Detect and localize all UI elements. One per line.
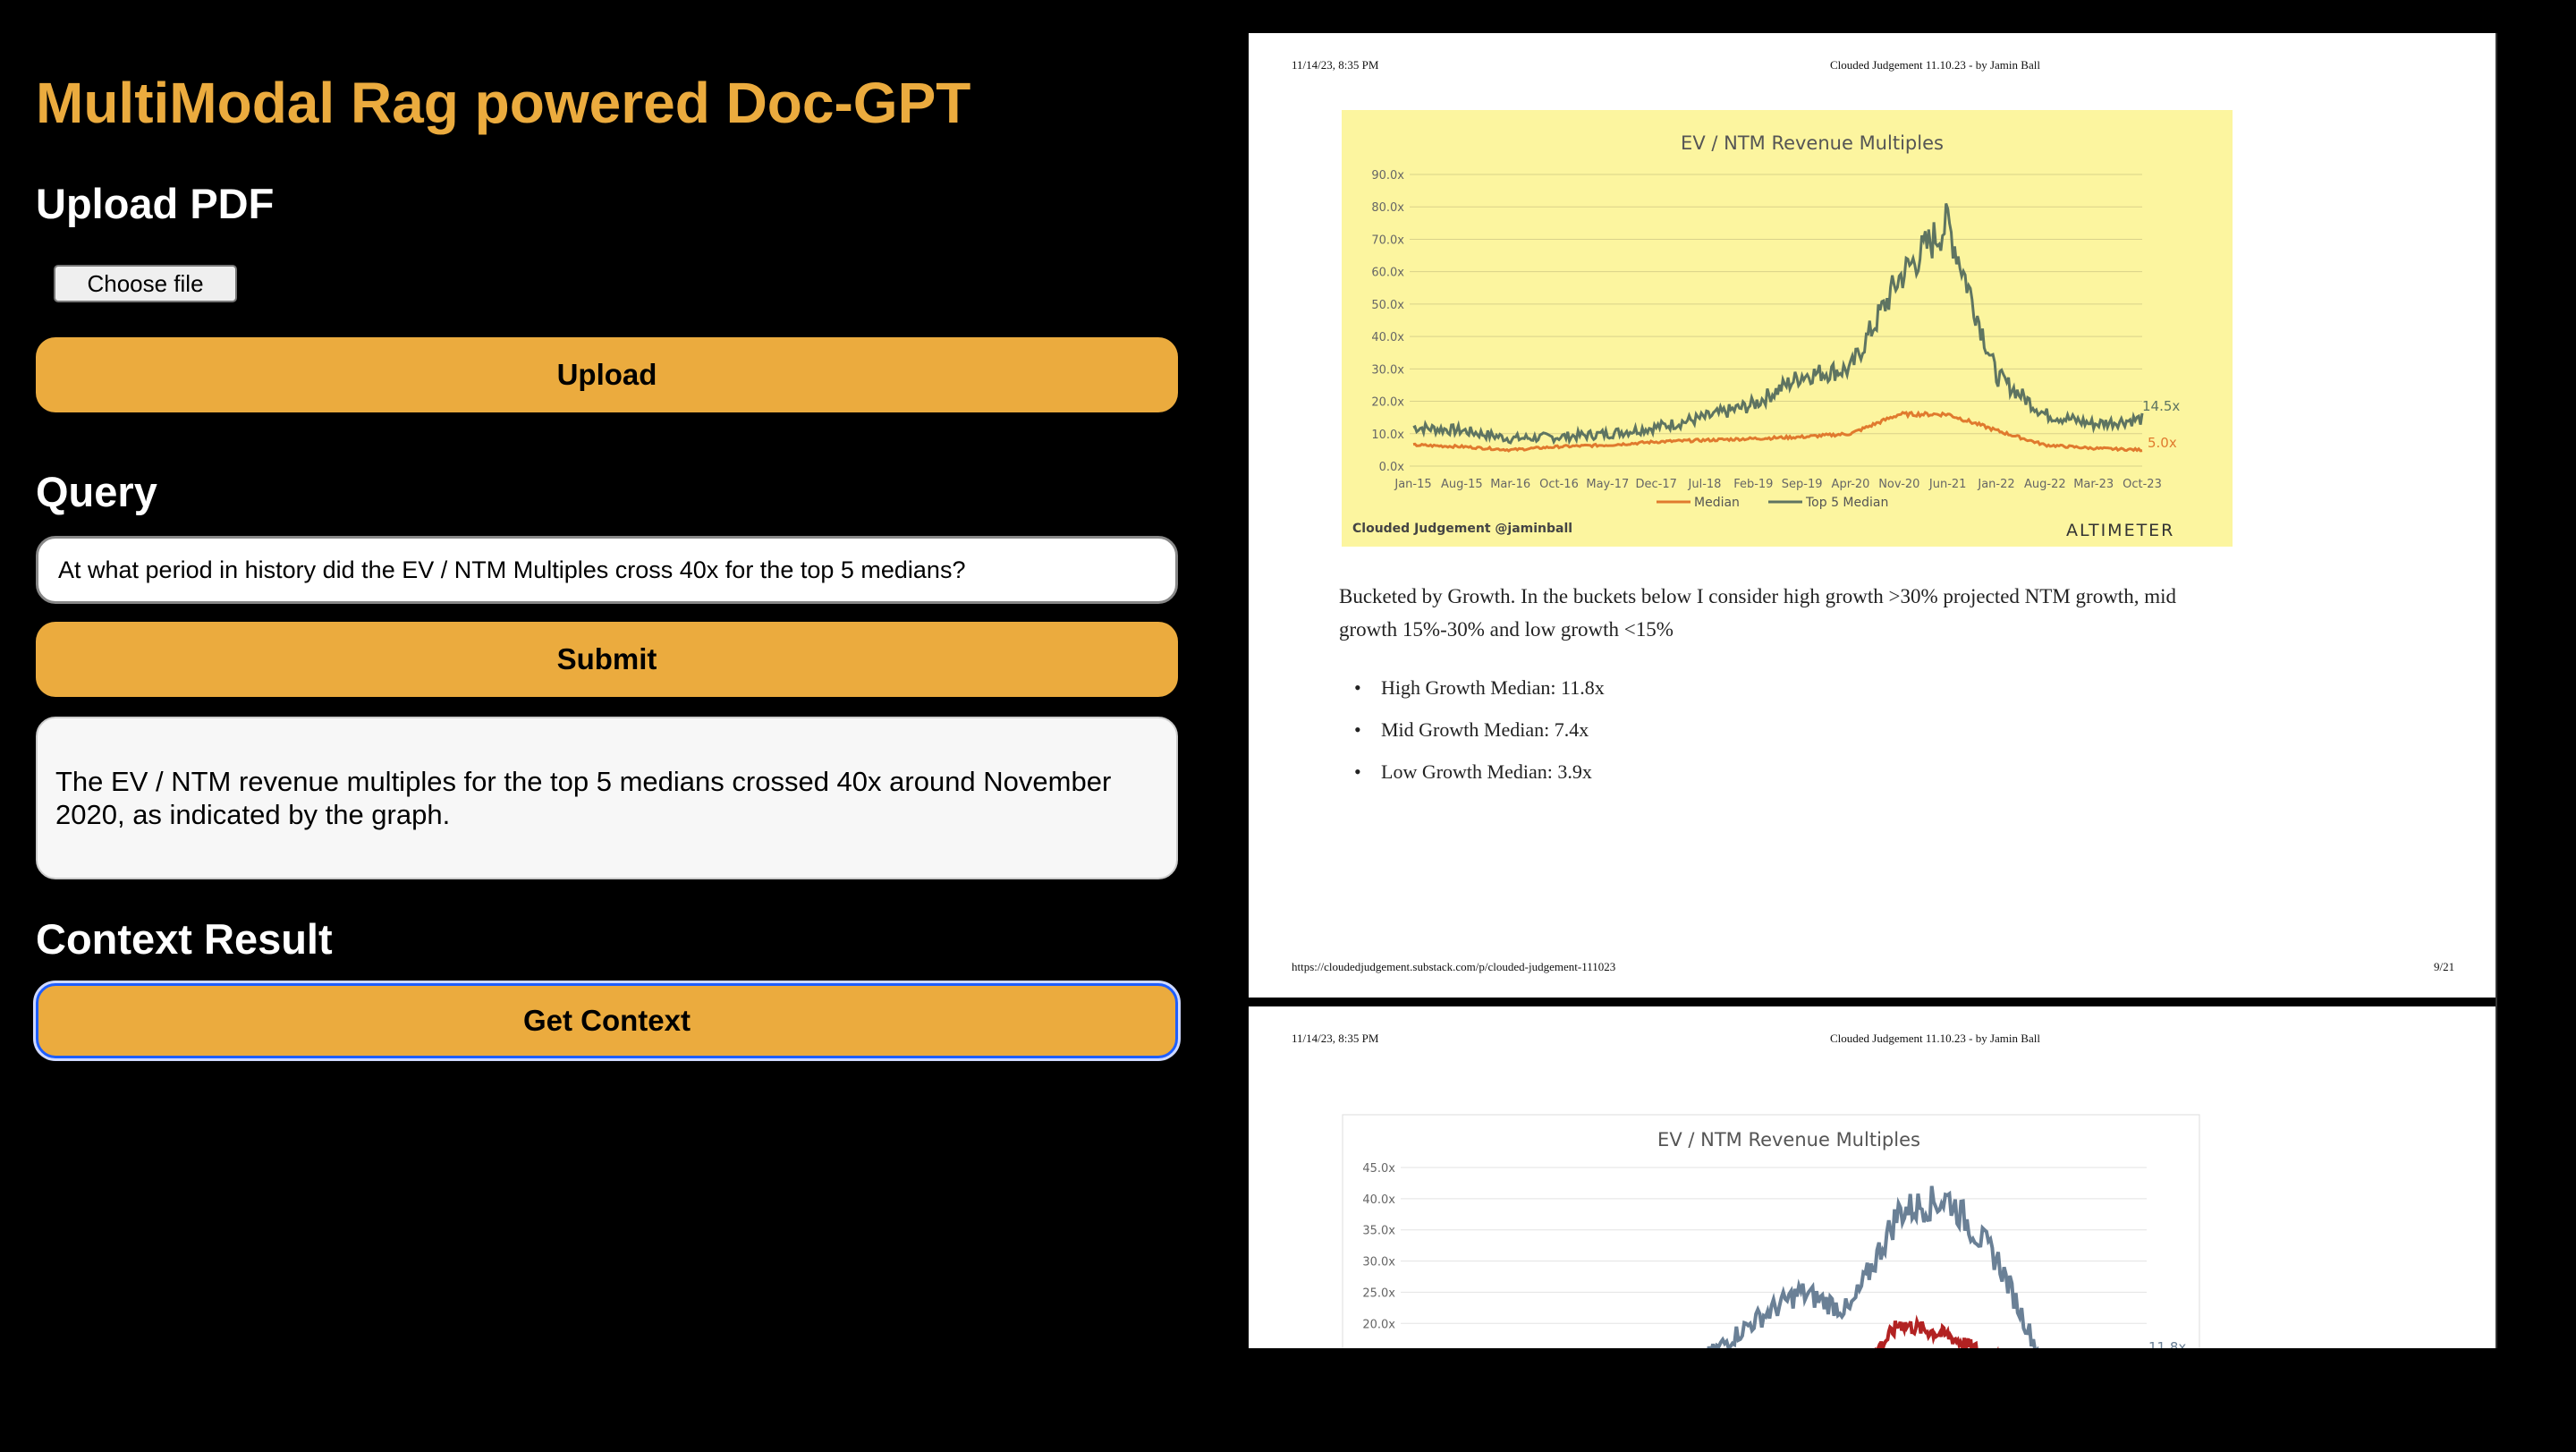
legend-median: Median xyxy=(1694,496,1740,510)
answer-box: The EV / NTM revenue multiples for the t… xyxy=(36,717,1178,879)
upload-button[interactable]: Upload xyxy=(36,337,1178,412)
viewer-scrollbar[interactable] xyxy=(2496,33,2545,1348)
answer-text: The EV / NTM revenue multiples for the t… xyxy=(55,766,1112,830)
y-tick-label: 40.0x xyxy=(1371,331,1404,344)
end-label-median: 5.0x xyxy=(2148,435,2177,451)
chart-credit: Clouded Judgement @jaminball xyxy=(1352,522,1572,536)
y-tick-label: 50.0x xyxy=(1371,299,1404,312)
pdf-page-2: 11/14/23, 8:35 PM Clouded Judgement 11.1… xyxy=(1249,1006,2497,1348)
x-tick-label: Apr-20 xyxy=(1832,478,1870,491)
y-tick-label: 70.0x xyxy=(1371,234,1404,247)
y-tick-label: 30.0x xyxy=(1371,363,1404,377)
body-paragraph: Bucketed by Growth. In the buckets below… xyxy=(1339,585,2176,641)
bullet-item: Mid Growth Median: 7.4x xyxy=(1354,709,1605,751)
pdf-page-1: 11/14/23, 8:35 PM Clouded Judgement 11.1… xyxy=(1249,33,2497,998)
y-tick-label: 60.0x xyxy=(1371,267,1404,280)
chart-ev-ntm-multiples: 0.0x 10.0x 20.0x 30.0x 40.0x 50.0x 60.0x 70.0x 8… xyxy=(1342,110,2233,547)
y-tick-label: 90.0x xyxy=(1371,169,1404,183)
x-tick-label: Jul-18 xyxy=(1688,478,1722,491)
series-line-median xyxy=(1412,410,2143,453)
x-tick-label: Feb-19 xyxy=(1733,478,1773,491)
get-context-button[interactable]: Get Context xyxy=(36,983,1178,1058)
y-tick-label: 40.0x xyxy=(1362,1193,1395,1207)
x-tick-label: Jun-21 xyxy=(1928,478,1967,491)
end-label-top5: 14.5x xyxy=(2142,398,2180,414)
app-title: MultiModal Rag powered Doc-GPT xyxy=(36,71,971,135)
x-tick-label: Oct-23 xyxy=(2123,478,2162,491)
y-tick-label: 35.0x xyxy=(1362,1225,1395,1238)
pdf-viewer[interactable]: 11/14/23, 8:35 PM Clouded Judgement 11.1… xyxy=(1249,33,2545,1348)
y-tick-label: 20.0x xyxy=(1362,1318,1395,1331)
x-tick-label: Dec-17 xyxy=(1635,478,1676,491)
y-tick-label: 0.0x xyxy=(1379,461,1405,474)
y-tick-label: 80.0x xyxy=(1371,201,1404,215)
submit-button[interactable]: Submit xyxy=(36,622,1178,697)
bullet-item: High Growth Median: 11.8x xyxy=(1354,667,1605,709)
altimeter-logo: ALTIMETER xyxy=(2066,521,2174,540)
x-tick-label: May-17 xyxy=(1586,478,1629,491)
chart-legend: Median Top 5 Median xyxy=(1657,496,1888,510)
x-tick-label: Mar-16 xyxy=(1490,478,1530,491)
page-header-title: Clouded Judgement 11.10.23 - by Jamin Ba… xyxy=(1830,58,2040,72)
x-tick-label: Oct-16 xyxy=(1539,478,1579,491)
x-tick-label: Mar-23 xyxy=(2073,478,2114,491)
page-footer-number: 9/21 xyxy=(2434,960,2455,973)
query-input[interactable]: At what period in history did the EV / N… xyxy=(36,536,1178,604)
x-tick-label: Jan-15 xyxy=(1394,478,1431,491)
chart-1-svg: 0.0x 10.0x 20.0x 30.0x 40.0x 50.0x 60.0x 70.0x 8… xyxy=(1352,132,2180,540)
page-header-title: Clouded Judgement 11.10.23 - by Jamin Ba… xyxy=(1830,1032,2040,1045)
upload-heading: Upload PDF xyxy=(36,180,275,227)
bullet-list: High Growth Median: 11.8x Mid Growth Med… xyxy=(1354,667,1605,793)
y-tick-label: 20.0x xyxy=(1371,396,1404,410)
y-tick-label: 25.0x xyxy=(1362,1286,1395,1300)
series-line-median xyxy=(1875,1314,1999,1348)
page-header-date: 11/14/23, 8:35 PM xyxy=(1292,1032,1379,1045)
page-header-date: 11/14/23, 8:35 PM xyxy=(1292,58,1379,72)
chart-title: EV / NTM Revenue Multiples xyxy=(1681,132,1944,154)
y-tick-label: 30.0x xyxy=(1362,1256,1395,1269)
chart-2-svg: 15.0x20.0x25.0x30.0x35.0x40.0x45.0x EV /… xyxy=(1342,1114,2200,1348)
choose-file-button[interactable]: Choose file xyxy=(54,265,237,302)
x-tick-label: Aug-15 xyxy=(1441,478,1483,491)
end-label-top5: 11.8x xyxy=(2148,1339,2186,1348)
x-tick-label: Sep-19 xyxy=(1782,478,1823,491)
y-tick-label: 45.0x xyxy=(1362,1162,1395,1176)
bullet-item: Low Growth Median: 3.9x xyxy=(1354,751,1605,793)
page-footer-url: https://cloudedjudgement.substack.com/p/… xyxy=(1292,960,1616,973)
x-tick-label: Nov-20 xyxy=(1878,478,1919,491)
y-tick-label: 10.0x xyxy=(1371,429,1404,442)
query-heading: Query xyxy=(36,468,157,515)
chart-ev-ntm-multiples-2: 15.0x20.0x25.0x30.0x35.0x40.0x45.0x EV /… xyxy=(1342,1114,2200,1348)
series-line-top5-median xyxy=(1707,1185,2039,1348)
legend-top5-median: Top 5 Median xyxy=(1805,496,1888,510)
chart-title: EV / NTM Revenue Multiples xyxy=(1657,1129,1920,1151)
context-heading: Context Result xyxy=(36,915,333,963)
x-tick-label: Jan-22 xyxy=(1977,478,2014,491)
x-tick-label: Aug-22 xyxy=(2024,478,2066,491)
